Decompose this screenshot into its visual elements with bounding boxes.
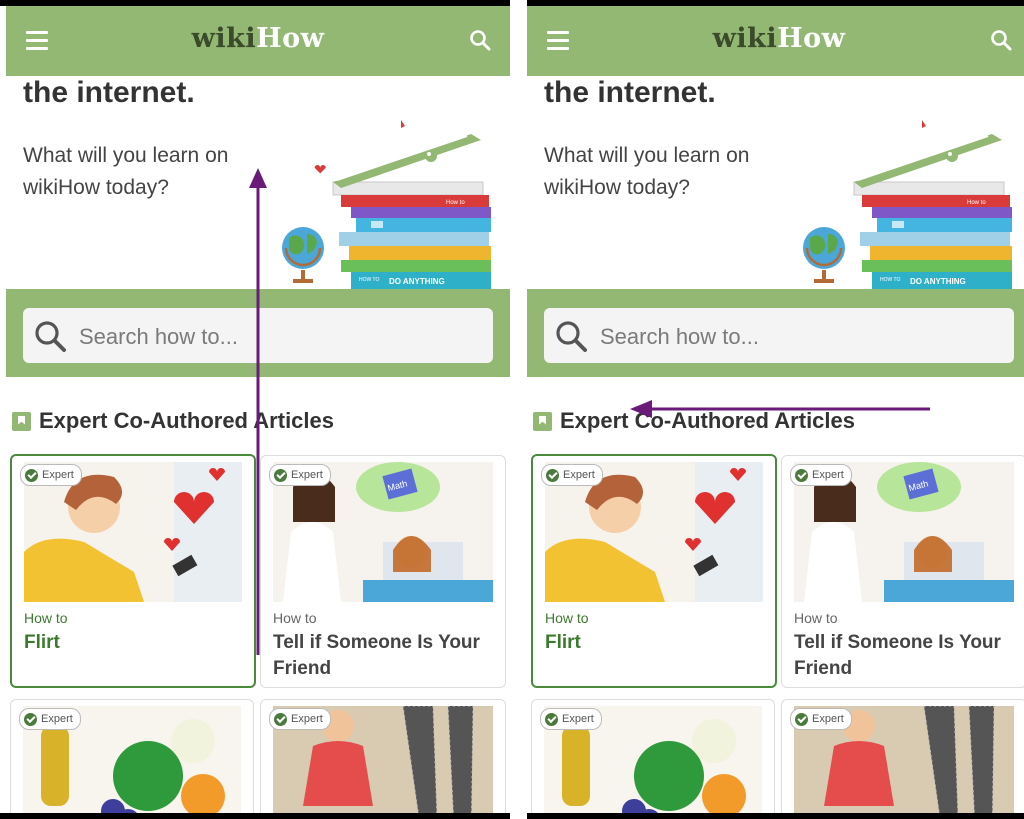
card-title[interactable]: Flirt [545, 630, 767, 656]
article-card-fashion[interactable]: Expert [781, 699, 1024, 813]
screenshot-panel-right: wikiHow the internet. What will you lear… [527, 6, 1024, 813]
section-title: Expert Co-Authored Articles [533, 408, 855, 434]
book-label: HOW TO [359, 277, 379, 283]
bookmark-icon [12, 411, 31, 431]
check-icon [25, 468, 38, 482]
wikihow-logo[interactable]: wikiHow [527, 23, 1024, 54]
check-icon [545, 712, 558, 726]
check-icon [274, 712, 287, 726]
book-label: DO ANYTHING [389, 277, 445, 286]
article-card-friend[interactable]: Expert Math How to Tell if Someone Is Yo… [781, 455, 1024, 688]
card-title[interactable]: Tell if Someone Is Your Friend [273, 630, 497, 682]
check-icon [795, 712, 808, 726]
search-box[interactable] [544, 308, 1014, 365]
book-label: HOW TO [880, 277, 900, 283]
article-card-food[interactable]: Expert [10, 699, 254, 813]
search-input[interactable] [77, 308, 481, 365]
check-icon [546, 468, 559, 482]
check-icon [274, 468, 287, 482]
card-howto: How to [24, 610, 68, 626]
book-label: How to [446, 200, 465, 206]
search-icon [556, 321, 587, 352]
hero-title: the internet. [544, 76, 716, 109]
book-label: DO ANYTHING [910, 277, 966, 286]
article-card-flirt[interactable]: Expert How to Flirt [10, 454, 256, 688]
search-icon [35, 321, 66, 352]
book-label: How to [967, 200, 986, 206]
card-howto: How to [273, 610, 317, 626]
panel-divider [510, 0, 527, 819]
expert-badge: Expert [790, 708, 852, 730]
search-band [6, 289, 510, 377]
article-card-flirt[interactable]: Expert How to Flirt [531, 454, 777, 688]
bookmark-icon [533, 411, 552, 431]
section-title-text: Expert Co-Authored Articles [39, 408, 335, 433]
article-card-fashion[interactable]: Expert [260, 699, 506, 813]
card-title[interactable]: Flirt [24, 630, 246, 656]
wikihow-logo[interactable]: wikiHow [6, 23, 510, 54]
section-title: Expert Co-Authored Articles [12, 408, 334, 434]
expert-badge: Expert [790, 464, 852, 486]
expert-badge: Expert [19, 708, 81, 730]
article-card-food[interactable]: Expert [531, 699, 775, 813]
expert-badge: Expert [269, 708, 331, 730]
app-header: wikiHow [527, 6, 1024, 76]
section-title-text: Expert Co-Authored Articles [560, 408, 856, 433]
books-globe-illustration: How to HOW TO DO ANYTHING [282, 120, 491, 292]
expert-badge: Expert [541, 464, 603, 486]
screenshot-panel-left: wikiHow the internet. What will you lear… [6, 6, 510, 813]
card-howto: How to [794, 610, 838, 626]
expert-badge: Expert [269, 464, 331, 486]
card-howto: How to [545, 610, 589, 626]
hero-subtitle: What will you learn on wikiHow today? [544, 144, 750, 199]
check-icon [795, 468, 808, 482]
search-box[interactable] [23, 308, 493, 365]
books-globe-illustration: How to HOW TO DO ANYTHING [803, 120, 1012, 292]
search-icon[interactable] [468, 28, 492, 52]
expert-badge: Expert [20, 464, 82, 486]
hero-subtitle: What will you learn on wikiHow today? [23, 144, 229, 199]
search-input[interactable] [598, 308, 1002, 365]
expert-badge: Expert [540, 708, 602, 730]
card-title[interactable]: Tell if Someone Is Your Friend [794, 630, 1018, 682]
check-icon [24, 712, 37, 726]
hero-title: the internet. [23, 76, 195, 109]
search-icon[interactable] [989, 28, 1013, 52]
search-band [527, 289, 1024, 377]
app-header: wikiHow [6, 6, 510, 76]
article-card-friend[interactable]: Expert Math How to Tell if Someone Is Yo… [260, 455, 506, 688]
